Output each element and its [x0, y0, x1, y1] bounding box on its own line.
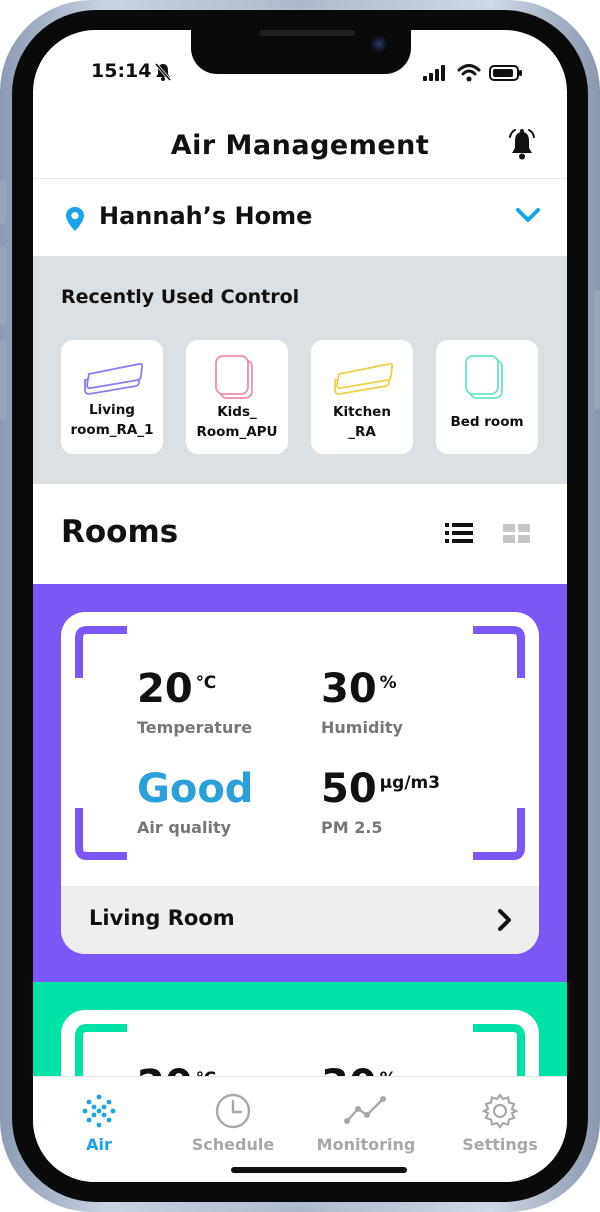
room-name: Living Room [89, 906, 235, 930]
bottom-nav: Air Schedule Monitoring Settings [33, 1076, 567, 1182]
nav-label-monitoring: Monitoring [316, 1135, 416, 1154]
volume-down-button [0, 340, 6, 420]
temperature-label: Temperature [137, 718, 253, 737]
recent-control-label: Bed room [450, 414, 524, 430]
front-camera [369, 34, 389, 54]
page-title: Air Management [170, 130, 430, 161]
volume-up-button [0, 246, 6, 326]
pm25-label: PM 2.5 [321, 818, 383, 837]
nav-item-schedule[interactable]: Schedule [178, 1093, 288, 1154]
gear-icon [482, 1093, 518, 1129]
temperature-unit: ℃ [195, 672, 217, 693]
humidity-unit: % [379, 672, 397, 693]
wifi-icon [457, 64, 481, 82]
home-selector[interactable]: Hannah’s Home [33, 180, 567, 256]
mute-switch [0, 180, 6, 224]
air-purifier-icon [465, 355, 503, 399]
room-card[interactable]: 20 ℃ Temperature 30% Humidity Good Air qu… [61, 612, 539, 954]
nav-item-air[interactable]: Air [44, 1093, 154, 1154]
frame-corner [75, 808, 127, 860]
air-quality-label: Air quality [137, 818, 232, 837]
recent-control-kids-room[interactable]: Kids_ Room_APU [186, 340, 288, 454]
nav-item-settings[interactable]: Settings [445, 1093, 555, 1154]
frame-corner [473, 808, 525, 860]
cellular-signal-icon [423, 65, 445, 81]
temperature-value: 20℃ [137, 666, 217, 712]
room-panel-living-room: 20 ℃ Temperature 30% Humidity Good Air qu… [33, 584, 567, 982]
humidity-value: 30% [321, 666, 397, 712]
status-time: 15:14 [91, 60, 152, 82]
nav-label-schedule: Schedule [191, 1135, 275, 1154]
notification-bell-icon[interactable] [507, 128, 537, 166]
air-quality-value: Good [137, 766, 254, 812]
recent-control-label: Living room_RA_1 [70, 402, 154, 438]
air-purifier-icon [215, 355, 253, 399]
chevron-down-icon[interactable] [515, 206, 541, 228]
frame-corner [75, 626, 127, 678]
frame-corner [473, 626, 525, 678]
app-header: Air Management [33, 120, 567, 179]
recent-control-kitchen[interactable]: Kitchen _RA [311, 340, 413, 454]
recent-control-label: Kitchen _RA [333, 404, 391, 440]
location-pin-icon [65, 206, 85, 236]
nav-item-monitoring[interactable]: Monitoring [311, 1093, 421, 1154]
status-icons [423, 64, 523, 82]
clock-icon [215, 1093, 251, 1129]
recent-control-bed-room[interactable]: Bed room [436, 340, 538, 454]
nav-label-air: Air [86, 1135, 112, 1154]
recent-control-label: Kids_ Room_APU [196, 404, 278, 440]
home-indicator [231, 1167, 407, 1173]
room-footer[interactable]: Living Room [61, 886, 539, 954]
recently-used-title: Recently Used Control [61, 286, 300, 308]
air-dots-icon [82, 1094, 116, 1128]
notch [191, 30, 411, 74]
chevron-right-icon[interactable] [497, 908, 513, 936]
line-chart-icon [344, 1096, 386, 1124]
frame-corner [75, 1024, 127, 1076]
frame-corner [473, 1024, 525, 1076]
home-name: Hannah’s Home [99, 202, 313, 230]
bell-slash-icon [153, 62, 173, 86]
nav-label-settings: Settings [462, 1135, 538, 1154]
list-view-icon[interactable] [445, 523, 473, 547]
grid-view-icon[interactable] [503, 524, 531, 548]
rooms-title: Rooms [61, 514, 179, 550]
recent-control-living-room[interactable]: Living room_RA_1 [61, 340, 163, 454]
air-conditioner-icon [84, 362, 143, 395]
pm25-unit: μg/m3 [379, 772, 441, 793]
battery-icon [489, 65, 522, 81]
air-conditioner-icon [334, 362, 393, 395]
recently-used-section: Recently Used Control Living room_RA_1 K… [33, 256, 567, 484]
app-screen: 15:14 Air Management Hannah’s Home Recen… [33, 30, 567, 1182]
earpiece-speaker [259, 30, 355, 36]
humidity-label: Humidity [321, 718, 403, 737]
power-button [594, 290, 600, 410]
pm25-value: 50 μg/m3 [321, 766, 441, 812]
